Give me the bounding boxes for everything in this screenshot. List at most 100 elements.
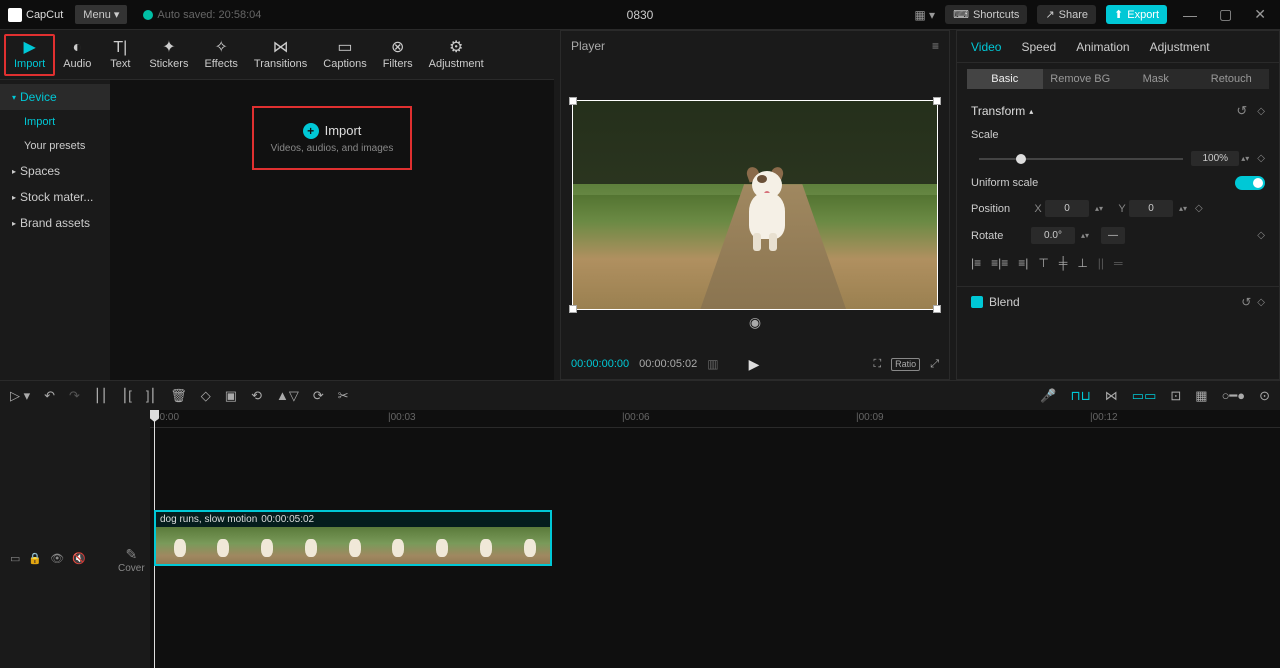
rotate-dial[interactable]: — <box>1101 227 1125 244</box>
split-icon[interactable]: ⎮⎮ <box>94 388 108 404</box>
mic-icon[interactable]: 🎤 <box>1040 388 1056 404</box>
fullscreen-icon[interactable]: ⤢ <box>930 358 939 371</box>
align-top-icon[interactable]: ⊤ <box>1038 256 1048 270</box>
uniform-scale-toggle[interactable] <box>1235 176 1265 190</box>
rotate-icon[interactable]: ⟳ <box>313 388 324 404</box>
subtab-mask[interactable]: Mask <box>1118 69 1194 89</box>
reset-blend-icon[interactable]: ↺ <box>1241 295 1251 309</box>
slider-thumb[interactable] <box>1016 154 1026 164</box>
export-button[interactable]: ⬆ Export <box>1106 5 1167 24</box>
keyframe-icon[interactable]: ◇ <box>1195 203 1203 214</box>
resize-handle[interactable] <box>933 305 941 313</box>
magnet-on-icon[interactable]: ⊓⊔ <box>1070 388 1090 404</box>
camera-icon[interactable]: ◉ <box>749 314 761 331</box>
tab-adjustment[interactable]: ⚙Adjustment <box>421 36 492 74</box>
player-viewport[interactable]: ◉ <box>561 61 949 349</box>
redo-icon[interactable]: ↷ <box>69 388 80 404</box>
stepper-icon[interactable]: ▴▾ <box>1239 154 1251 163</box>
tab-effects[interactable]: ✧Effects <box>196 36 245 74</box>
timeline-clip[interactable]: dog runs, slow motion 00:00:05:02 <box>154 510 552 566</box>
menu-button[interactable]: Menu ▾ <box>75 5 127 24</box>
subtab-removebg[interactable]: Remove BG <box>1043 69 1119 89</box>
subtab-retouch[interactable]: Retouch <box>1194 69 1270 89</box>
sidebar-item-stock[interactable]: ▸Stock mater... <box>0 184 110 210</box>
keyframe-icon[interactable]: ◇ <box>1257 297 1265 308</box>
share-button[interactable]: ↗ Share <box>1037 5 1096 24</box>
track-lock-icon[interactable]: 🔒 <box>28 552 42 565</box>
keyframe-icon[interactable]: ◇ <box>1257 230 1265 241</box>
preview-icon[interactable]: ⊡ <box>1170 388 1181 404</box>
distribute-v-icon[interactable]: ═ <box>1114 256 1123 270</box>
subtab-basic[interactable]: Basic <box>967 69 1043 89</box>
sidebar-item-import[interactable]: Import <box>0 110 110 134</box>
scan-icon[interactable]: ⛶ <box>873 358 881 371</box>
select-tool-icon[interactable]: ▷ ▾ <box>10 388 30 404</box>
props-tab-video[interactable]: Video <box>971 40 1001 54</box>
tab-captions[interactable]: ▭Captions <box>315 36 374 74</box>
reverse-icon[interactable]: ⟲ <box>251 388 262 404</box>
maximize-button[interactable]: ▢ <box>1213 6 1238 23</box>
align-center-h-icon[interactable]: ≡|≡ <box>991 256 1008 270</box>
tab-transitions[interactable]: ⋈Transitions <box>246 36 315 74</box>
zoom-slider[interactable]: ○━● <box>1222 388 1246 404</box>
pos-y-input[interactable]: 0 <box>1129 200 1173 217</box>
cover-button[interactable]: ✎ Cover <box>118 546 145 574</box>
track-visible-icon[interactable]: 👁 <box>50 552 64 565</box>
checkbox-icon[interactable] <box>971 296 983 308</box>
align-bottom-icon[interactable]: ⊥ <box>1077 256 1087 270</box>
align-center-v-icon[interactable]: ╪ <box>1059 256 1068 270</box>
track-menu-icon[interactable]: ▭ <box>10 552 20 565</box>
marker-icon[interactable]: ◇ <box>201 388 211 404</box>
resize-handle[interactable] <box>569 305 577 313</box>
timeline-body[interactable]: 00:00 |00:03 |00:06 |00:09 |00:12 dog ru… <box>150 410 1280 668</box>
tab-text[interactable]: T|Text <box>99 36 141 74</box>
reset-transform-icon[interactable]: ↺ <box>1236 103 1247 119</box>
tab-stickers[interactable]: ✦Stickers <box>141 36 196 74</box>
props-tab-speed[interactable]: Speed <box>1021 40 1056 54</box>
layout-icon[interactable]: ▦ ▾ <box>914 8 935 22</box>
sidebar-item-presets[interactable]: Your presets <box>0 134 110 158</box>
props-tab-animation[interactable]: Animation <box>1076 40 1129 54</box>
scale-value[interactable]: 100% <box>1191 151 1239 166</box>
project-name[interactable]: 0830 <box>627 8 654 22</box>
keyframe-icon[interactable]: ◇ <box>1257 106 1265 117</box>
resize-handle[interactable] <box>933 97 941 105</box>
link-icon[interactable]: ⋈ <box>1105 388 1118 404</box>
compare-icon[interactable]: ▥ <box>707 357 718 371</box>
undo-icon[interactable]: ↶ <box>44 388 55 404</box>
resize-handle[interactable] <box>569 97 577 105</box>
align-right-icon[interactable]: ≡| <box>1018 256 1028 270</box>
mirror-icon[interactable]: ▲▽ <box>276 388 299 404</box>
fit-icon[interactable]: ⊙ <box>1259 388 1270 404</box>
minimize-button[interactable]: — <box>1177 7 1203 23</box>
tab-filters[interactable]: ⊗Filters <box>375 36 421 74</box>
import-area[interactable]: + Import Videos, audios, and images <box>110 80 554 380</box>
video-frame[interactable]: ◉ <box>572 100 938 310</box>
stepper-icon[interactable]: ▴▾ <box>1093 204 1105 213</box>
stepper-icon[interactable]: ▴▾ <box>1177 204 1189 213</box>
shortcuts-button[interactable]: ⌨ Shortcuts <box>945 5 1027 24</box>
sidebar-item-brand[interactable]: ▸Brand assets <box>0 210 110 236</box>
ratio-button[interactable]: Ratio <box>891 358 920 371</box>
tab-import[interactable]: ▶Import <box>4 34 55 76</box>
sidebar-item-spaces[interactable]: ▸Spaces <box>0 158 110 184</box>
player-menu-icon[interactable]: ≡ <box>932 39 939 53</box>
align-left-icon[interactable]: |≡ <box>971 256 981 270</box>
scale-slider[interactable] <box>979 158 1183 160</box>
copy-icon[interactable]: ▣ <box>225 388 237 404</box>
snap-icon[interactable]: ▭▭ <box>1132 388 1157 404</box>
timeline-ruler[interactable]: 00:00 |00:03 |00:06 |00:09 |00:12 <box>150 410 1280 428</box>
close-button[interactable]: ✕ <box>1248 6 1272 23</box>
tab-audio[interactable]: ◐Audio <box>55 36 99 74</box>
keyframe-icon[interactable]: ◇ <box>1257 153 1265 164</box>
props-tab-adjustment[interactable]: Adjustment <box>1150 40 1210 54</box>
crop-icon[interactable]: ✂ <box>338 388 349 404</box>
pos-x-input[interactable]: 0 <box>1045 200 1089 217</box>
sidebar-item-device[interactable]: ▾Device <box>0 84 110 110</box>
split-right-icon[interactable]: ]⎮ <box>146 388 156 404</box>
blend-section[interactable]: Blend ↺ ◇ <box>957 286 1279 317</box>
distribute-h-icon[interactable]: || <box>1098 256 1104 270</box>
play-button[interactable]: ▶ <box>749 356 760 373</box>
import-box[interactable]: + Import Videos, audios, and images <box>252 106 412 170</box>
track-mute-icon[interactable]: 🔇 <box>72 552 86 565</box>
